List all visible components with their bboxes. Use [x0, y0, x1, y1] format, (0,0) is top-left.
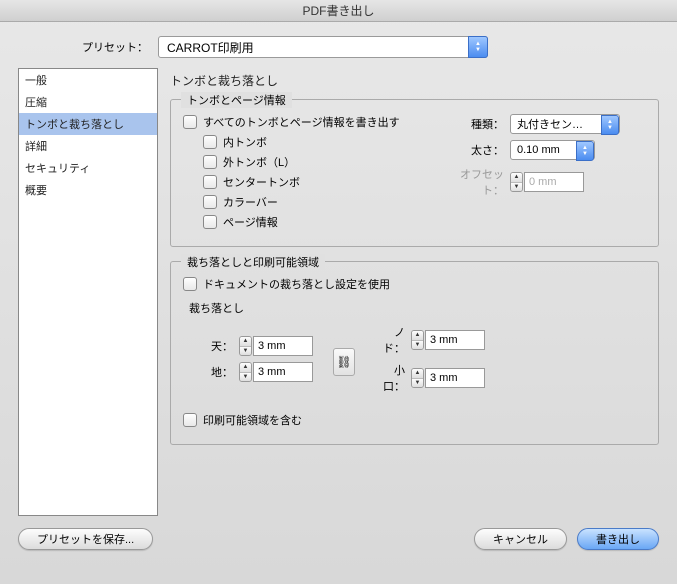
bleed-bottom-input[interactable]: 3 mm — [253, 362, 313, 382]
weight-select[interactable]: 0.10 mm ▲▼ — [510, 140, 595, 160]
stepper-up-icon[interactable]: ▲ — [412, 331, 423, 341]
content-pane: トンボと裁ち落とし トンボとページ情報 すべてのトンボとページ情報を書き出す 内… — [170, 68, 659, 516]
bleed-inside-input[interactable]: 3 mm — [425, 330, 485, 350]
stepper-up-icon[interactable]: ▲ — [240, 337, 251, 347]
bleed-bottom-label: 地： — [203, 364, 233, 380]
section-title: トンボと裁ち落とし — [170, 72, 659, 89]
checkbox-icon — [203, 135, 217, 149]
checkbox-icon — [183, 115, 197, 129]
offset-label: オフセット： — [446, 166, 504, 198]
offset-input[interactable]: 0 mm — [524, 172, 584, 192]
updown-arrows-icon: ▲▼ — [576, 141, 594, 161]
stepper-down-icon[interactable]: ▼ — [412, 341, 423, 350]
marks-legend: トンボとページ情報 — [181, 92, 292, 108]
preset-row: プリセット： CARROT印刷用 ▲▼ — [0, 22, 677, 68]
updown-arrows-icon: ▲▼ — [468, 36, 488, 58]
check-inner-trim[interactable]: 内トンボ — [203, 134, 446, 150]
export-button[interactable]: 書き出し — [577, 528, 659, 550]
bleed-title: 裁ち落とし — [189, 300, 646, 316]
bleed-inside-label: ノド： — [375, 324, 405, 356]
save-preset-button[interactable]: プリセットを保存... — [18, 528, 153, 550]
checkbox-icon — [183, 277, 197, 291]
preset-select[interactable]: CARROT印刷用 ▲▼ — [158, 36, 488, 58]
marks-fieldset: トンボとページ情報 すべてのトンボとページ情報を書き出す 内トンボ 外トンボ（L… — [170, 99, 659, 247]
sidebar-item-summary[interactable]: 概要 — [19, 179, 157, 201]
window-title: PDF書き出し — [302, 4, 374, 18]
bleed-top-input[interactable]: 3 mm — [253, 336, 313, 356]
checkbox-icon — [203, 195, 217, 209]
bleed-legend: 裁ち落としと印刷可能領域 — [181, 254, 325, 270]
sidebar: 一般 圧縮 トンボと裁ち落とし 詳細 セキュリティ 概要 — [18, 68, 158, 516]
checkbox-icon — [203, 175, 217, 189]
link-bleed-icon[interactable]: ⛓ — [333, 348, 355, 376]
bleed-outside-label: 小口： — [375, 362, 405, 394]
check-color-bar[interactable]: カラーバー — [203, 194, 446, 210]
check-use-doc-bleed[interactable]: ドキュメントの裁ち落とし設定を使用 — [183, 276, 646, 292]
offset-stepper[interactable]: ▲▼ 0 mm — [510, 172, 584, 192]
bleed-fieldset: 裁ち落としと印刷可能領域 ドキュメントの裁ち落とし設定を使用 裁ち落とし 天： … — [170, 261, 659, 445]
weight-label: 太さ： — [446, 142, 504, 158]
stepper-up-icon[interactable]: ▲ — [511, 173, 522, 183]
stepper-down-icon[interactable]: ▼ — [240, 347, 251, 356]
check-include-slug[interactable]: 印刷可能領域を含む — [183, 412, 646, 428]
type-select[interactable]: 丸付きセン… ▲▼ — [510, 114, 620, 134]
sidebar-item-security[interactable]: セキュリティ — [19, 157, 157, 179]
checkbox-icon — [183, 413, 197, 427]
preset-label: プリセット： — [18, 39, 158, 55]
bleed-top-stepper[interactable]: ▲▼ 3 mm — [239, 336, 313, 356]
bleed-bottom-stepper[interactable]: ▲▼ 3 mm — [239, 362, 313, 382]
check-outer-trim[interactable]: 外トンボ（L） — [203, 154, 446, 170]
stepper-down-icon[interactable]: ▼ — [511, 183, 522, 192]
stepper-down-icon[interactable]: ▼ — [412, 379, 423, 388]
bleed-inside-stepper[interactable]: ▲▼ 3 mm — [411, 330, 485, 350]
bleed-outside-input[interactable]: 3 mm — [425, 368, 485, 388]
bottom-bar: プリセットを保存... キャンセル 書き出し — [0, 516, 677, 562]
stepper-down-icon[interactable]: ▼ — [240, 373, 251, 382]
check-page-info[interactable]: ページ情報 — [203, 214, 446, 230]
preset-value: CARROT印刷用 — [167, 39, 254, 56]
stepper-up-icon[interactable]: ▲ — [412, 369, 423, 379]
checkbox-icon — [203, 215, 217, 229]
check-all-marks[interactable]: すべてのトンボとページ情報を書き出す — [183, 114, 446, 130]
updown-arrows-icon: ▲▼ — [601, 115, 619, 135]
sidebar-item-general[interactable]: 一般 — [19, 69, 157, 91]
cancel-button[interactable]: キャンセル — [474, 528, 567, 550]
checkbox-icon — [203, 155, 217, 169]
stepper-up-icon[interactable]: ▲ — [240, 363, 251, 373]
type-label: 種類： — [446, 116, 504, 132]
sidebar-item-detail[interactable]: 詳細 — [19, 135, 157, 157]
bleed-outside-stepper[interactable]: ▲▼ 3 mm — [411, 368, 485, 388]
bleed-top-label: 天： — [203, 338, 233, 354]
window-titlebar: PDF書き出し — [0, 0, 677, 22]
sidebar-item-marks-bleed[interactable]: トンボと裁ち落とし — [19, 113, 157, 135]
check-center-trim[interactable]: センタートンボ — [203, 174, 446, 190]
sidebar-item-compression[interactable]: 圧縮 — [19, 91, 157, 113]
